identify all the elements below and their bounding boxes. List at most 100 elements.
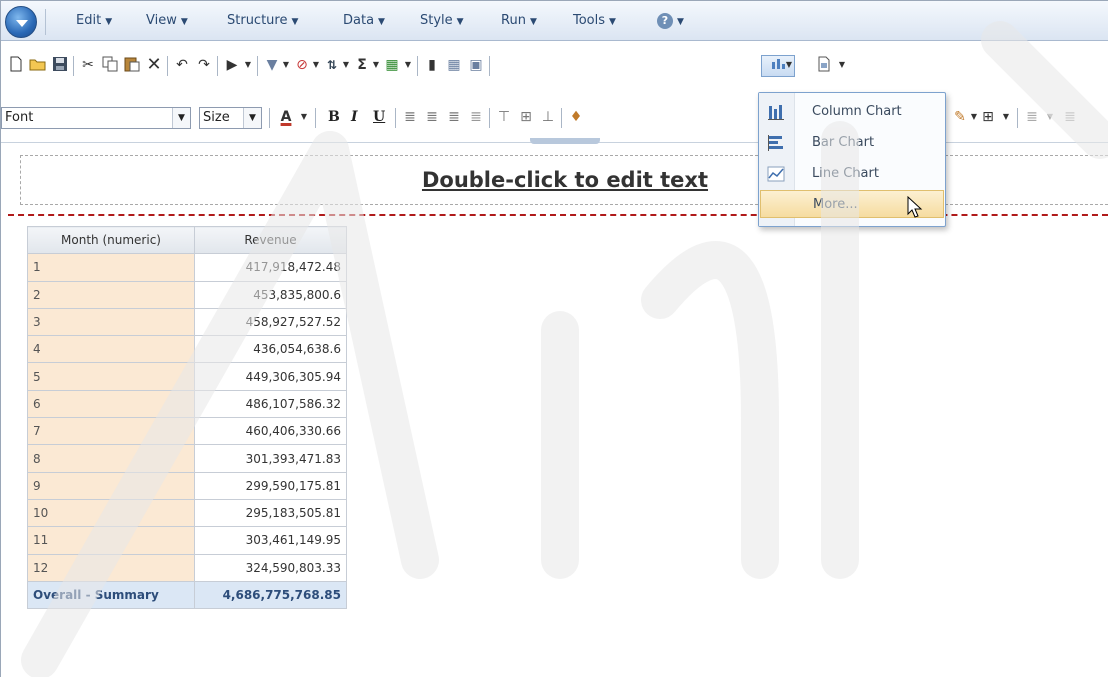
fill-color-icon[interactable]: ♦ bbox=[567, 108, 585, 126]
revenue-cell[interactable]: 301,393,471.83 bbox=[194, 444, 347, 473]
paste-icon[interactable] bbox=[123, 56, 141, 74]
app-menu-button[interactable] bbox=[5, 6, 37, 38]
revenue-cell[interactable]: 303,461,149.95 bbox=[194, 526, 347, 555]
menu-view[interactable]: View ▼ bbox=[146, 1, 188, 41]
chevron-down-icon[interactable]: ▼ bbox=[1041, 108, 1059, 126]
revenue-cell[interactable]: 453,835,800.6 bbox=[194, 280, 347, 309]
month-cell[interactable]: 1 bbox=[27, 253, 195, 282]
table-row: 9 299,590,175.81 bbox=[27, 471, 347, 500]
summary-label-cell[interactable]: Overall - Summary bbox=[27, 580, 195, 610]
increase-indent-icon[interactable]: ≣ bbox=[1061, 108, 1079, 126]
month-cell[interactable]: 5 bbox=[27, 362, 195, 391]
summary-value-cell[interactable]: 4,686,775,768.85 bbox=[194, 580, 347, 610]
chevron-down-icon[interactable]: ▼ bbox=[295, 108, 313, 126]
chevron-down-icon[interactable]: ▼ bbox=[997, 108, 1015, 126]
revenue-cell[interactable]: 299,590,175.81 bbox=[194, 471, 347, 500]
revenue-cell[interactable]: 295,183,505.81 bbox=[194, 498, 347, 528]
table-row: 4 436,054,638.6 bbox=[27, 335, 347, 364]
menu-style[interactable]: Style ▼ bbox=[420, 1, 464, 41]
chevron-down-icon[interactable]: ▼ bbox=[833, 56, 851, 74]
toolbar-separator bbox=[417, 56, 418, 76]
month-cell[interactable]: 10 bbox=[27, 498, 195, 528]
chevron-down-icon: ▼ bbox=[291, 17, 299, 27]
menu-item-label: Column Chart bbox=[812, 104, 902, 119]
toolbar-separator bbox=[269, 108, 270, 128]
underline-icon[interactable]: U bbox=[373, 109, 385, 125]
revenue-cell[interactable]: 417,918,472.48 bbox=[194, 253, 347, 282]
undo-icon[interactable]: ↶ bbox=[173, 56, 191, 74]
align-top-icon[interactable]: ⊤ bbox=[495, 108, 513, 126]
font-select[interactable]: Font ▼ bbox=[1, 107, 191, 129]
menu-view-label: View bbox=[146, 13, 177, 28]
bold-icon[interactable]: B bbox=[328, 109, 340, 125]
month-cell[interactable]: 2 bbox=[27, 280, 195, 309]
menu-run[interactable]: Run ▼ bbox=[501, 1, 537, 41]
revenue-cell[interactable]: 458,927,527.52 bbox=[194, 307, 347, 337]
revenue-cell[interactable]: 449,306,305.94 bbox=[194, 362, 347, 391]
chevron-down-icon: ▼ bbox=[529, 17, 537, 27]
menu-data[interactable]: Data ▼ bbox=[343, 1, 385, 41]
new-icon[interactable] bbox=[7, 56, 25, 74]
menu-tools[interactable]: Tools ▼ bbox=[573, 1, 616, 41]
month-cell[interactable]: 3 bbox=[27, 307, 195, 337]
align-left-icon[interactable]: ≣ bbox=[401, 108, 419, 126]
section-icon[interactable]: ▮ bbox=[423, 56, 441, 74]
chevron-down-icon[interactable]: ▼ bbox=[399, 56, 417, 74]
menu-edit-label: Edit bbox=[76, 13, 102, 28]
revenue-cell[interactable]: 460,406,330.66 bbox=[194, 417, 347, 446]
insert-report-object-icon[interactable] bbox=[815, 56, 833, 74]
menu-tools-label: Tools bbox=[573, 13, 606, 28]
table-row: 6 486,107,586.32 bbox=[27, 389, 347, 419]
chevron-down-icon: ▼ bbox=[785, 60, 792, 69]
table-row: 12 324,590,803.33 bbox=[27, 553, 347, 582]
save-icon[interactable] bbox=[51, 56, 69, 74]
pane-collapse-handle[interactable] bbox=[530, 138, 600, 144]
table-row: 2 453,835,800.6 bbox=[27, 280, 347, 309]
cut-icon[interactable]: ✂ bbox=[79, 56, 97, 74]
size-select[interactable]: Size ▼ bbox=[199, 107, 262, 129]
menu-edit[interactable]: Edit ▼ bbox=[76, 1, 112, 41]
align-bottom-icon[interactable]: ⊥ bbox=[539, 108, 557, 126]
column-header-month[interactable]: Month (numeric) bbox=[27, 225, 195, 255]
swap-rows-columns-icon[interactable]: ▣ bbox=[467, 56, 485, 74]
italic-icon[interactable]: I bbox=[351, 109, 358, 125]
month-cell[interactable]: 8 bbox=[27, 444, 195, 473]
crosstab-icon[interactable]: ▦ bbox=[445, 56, 463, 74]
menu-structure-label: Structure bbox=[227, 13, 288, 28]
revenue-cell[interactable]: 436,054,638.6 bbox=[194, 335, 347, 364]
month-cell[interactable]: 7 bbox=[27, 417, 195, 446]
revenue-cell[interactable]: 324,590,803.33 bbox=[194, 553, 347, 582]
menu-item-label: Bar Chart bbox=[812, 135, 875, 150]
copy-icon[interactable] bbox=[101, 56, 119, 74]
table-row: 10 295,183,505.81 bbox=[27, 498, 347, 528]
column-header-revenue[interactable]: Revenue bbox=[194, 225, 347, 255]
revenue-cell[interactable]: 486,107,586.32 bbox=[194, 389, 347, 419]
menu-structure[interactable]: Structure ▼ bbox=[227, 1, 298, 41]
open-folder-icon[interactable] bbox=[29, 56, 47, 74]
menu-item-bar-chart[interactable]: Bar Chart bbox=[759, 129, 945, 157]
align-right-icon[interactable]: ≣ bbox=[445, 108, 463, 126]
font-color-icon[interactable]: A bbox=[277, 108, 295, 126]
borders-icon[interactable]: ⊞ bbox=[979, 108, 997, 126]
align-center-icon[interactable]: ≣ bbox=[423, 108, 441, 126]
month-cell[interactable]: 12 bbox=[27, 553, 195, 582]
menu-item-line-chart[interactable]: Line Chart bbox=[759, 160, 945, 188]
toolbar-separator bbox=[489, 56, 490, 76]
decrease-indent-icon[interactable]: ≣ bbox=[1023, 108, 1041, 126]
table-row: 7 460,406,330.66 bbox=[27, 417, 347, 446]
menu-bar: Edit ▼ View ▼ Structure ▼ Data ▼ Style ▼ Run ▼… bbox=[1, 1, 1108, 41]
align-middle-icon[interactable]: ⊞ bbox=[517, 108, 535, 126]
month-cell[interactable]: 6 bbox=[27, 389, 195, 419]
justify-icon[interactable]: ≣ bbox=[467, 108, 485, 126]
insert-chart-button[interactable]: ▼ bbox=[761, 55, 795, 77]
month-cell[interactable]: 11 bbox=[27, 526, 195, 555]
month-cell[interactable]: 9 bbox=[27, 471, 195, 500]
chevron-down-icon[interactable]: ▼ bbox=[239, 56, 257, 74]
mouse-cursor-icon bbox=[907, 195, 925, 223]
menu-help[interactable]: ? ▼ bbox=[657, 1, 684, 41]
month-cell[interactable]: 4 bbox=[27, 335, 195, 364]
toolbar-separator bbox=[257, 56, 258, 76]
menu-item-column-chart[interactable]: Column Chart bbox=[759, 98, 945, 126]
redo-icon[interactable]: ↷ bbox=[195, 56, 213, 74]
delete-icon[interactable]: ✕ bbox=[145, 56, 163, 74]
